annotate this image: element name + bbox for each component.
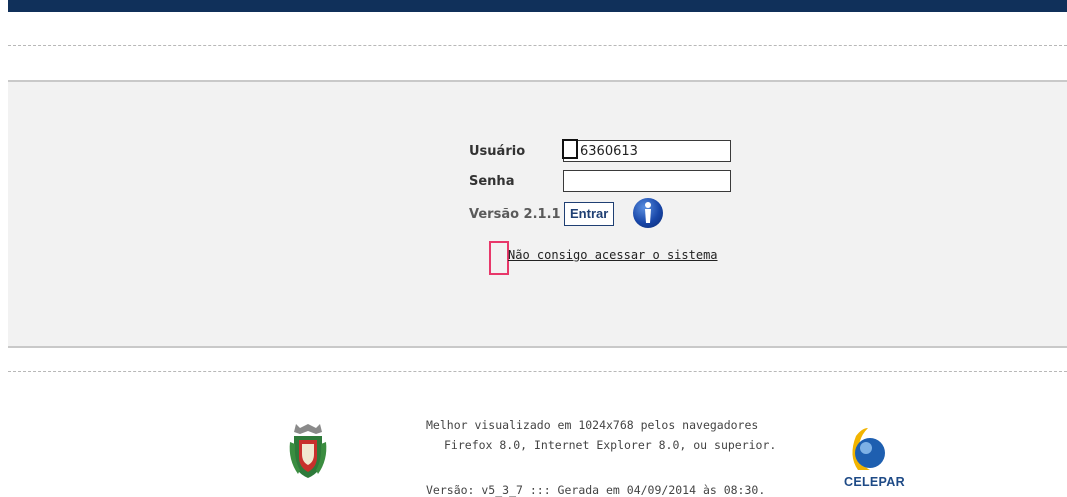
password-label: Senha: [469, 174, 515, 189]
cursor-highlight-box: [562, 139, 578, 159]
help-link[interactable]: Não consigo acessar o sistema: [508, 248, 718, 262]
top-header-bar: [8, 0, 1067, 12]
footer-version-line: Versão: v5_3_7 ::: Gerada em 04/09/2014 …: [426, 483, 766, 497]
coat-of-arms-icon: [289, 424, 327, 478]
celepar-brand-name: CELEPAR: [844, 475, 905, 489]
username-input[interactable]: [563, 140, 731, 162]
top-dashed-divider: [8, 45, 1067, 46]
info-icon[interactable]: [633, 198, 663, 228]
click-highlight-box: [489, 241, 509, 275]
version-label: Versão 2.1.1: [469, 207, 561, 222]
footer-line-1: Melhor visualizado em 1024x768 pelos nav…: [426, 418, 759, 432]
password-input[interactable]: [563, 170, 731, 192]
celepar-logo-icon: [852, 428, 885, 470]
footer-line-2: Firefox 8.0, Internet Explorer 8.0, ou s…: [444, 438, 777, 452]
username-label: Usuário: [469, 144, 526, 159]
login-submit-button[interactable]: Entrar: [564, 202, 615, 226]
bottom-dashed-divider: [8, 371, 1067, 372]
